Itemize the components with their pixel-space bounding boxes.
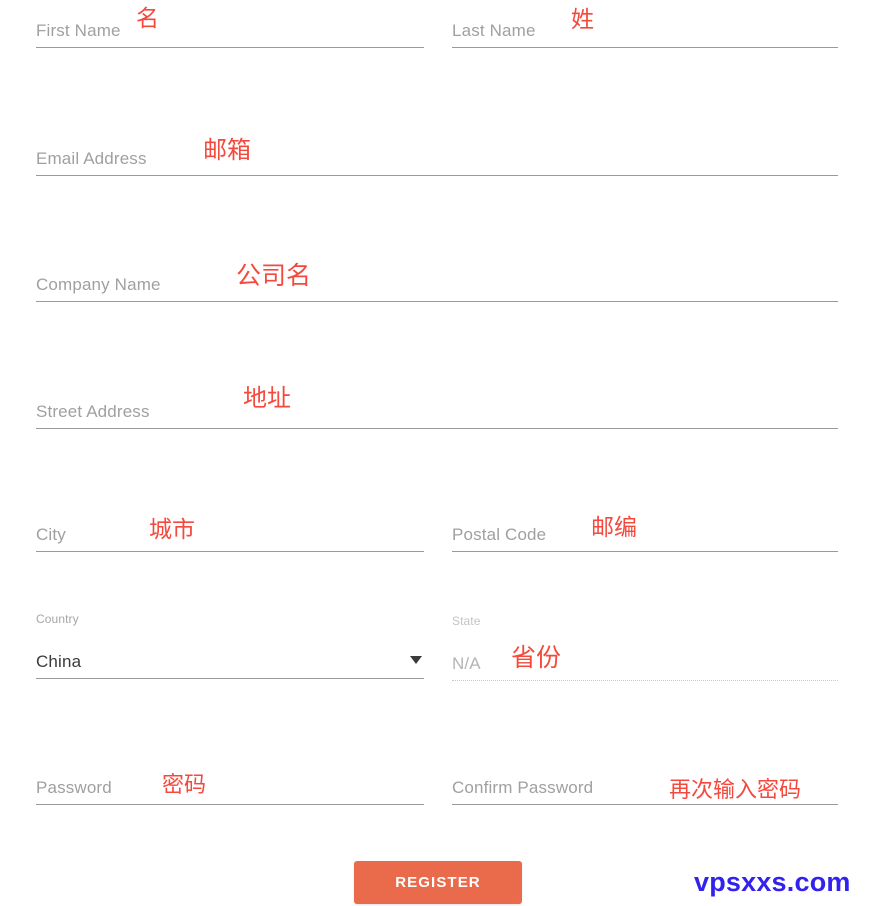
company-name-placeholder: Company Name [36,275,161,294]
annotation-password: 密码 [162,773,207,798]
annotation-postal-code: 邮编 [591,515,637,541]
password-field[interactable]: Password [36,761,424,805]
email-address-field[interactable]: Email Address [36,128,838,176]
annotation-state: 省份 [511,643,562,672]
street-address-field[interactable]: Street Address [36,381,838,429]
annotation-email-address: 邮箱 [203,136,251,164]
chevron-down-icon[interactable] [410,656,422,664]
email-address-underline [36,175,838,176]
last-name-field[interactable]: Last Name [452,0,838,48]
register-button[interactable]: REGISTER [354,861,522,904]
annotation-company-name: 公司名 [236,261,312,290]
company-name-underline [36,301,838,302]
street-address-underline [36,428,838,429]
city-placeholder: City [36,525,66,544]
street-address-placeholder: Street Address [36,402,150,421]
country-value: China [36,652,82,671]
postal-code-underline [452,551,838,552]
watermark-text: vpsxxs.com [694,867,851,897]
last-name-placeholder: Last Name [452,21,536,40]
company-name-field[interactable]: Company Name [36,254,838,302]
annotation-confirm-password: 再次输入密码 [669,778,802,803]
state-underline [452,680,838,681]
state-select: State N/A [452,610,838,681]
city-underline [36,551,424,552]
city-field[interactable]: City [36,508,424,552]
first-name-underline [36,47,424,48]
first-name-placeholder: First Name [36,21,121,40]
registration-form-page: First Name 名 Last Name 姓 Email Address 邮… [0,0,869,906]
postal-code-placeholder: Postal Code [452,525,547,544]
annotation-street-address: 地址 [243,384,291,412]
password-underline [36,804,424,805]
annotation-city: 城市 [149,517,195,543]
state-label: State [452,614,481,628]
last-name-underline [452,47,838,48]
country-select[interactable]: Country China [36,608,424,679]
postal-code-field[interactable]: Postal Code [452,508,838,552]
annotation-first-name: 名 [136,6,159,32]
confirm-password-underline [452,804,838,805]
country-underline [36,678,424,679]
password-placeholder: Password [36,778,112,797]
country-label: Country [36,612,79,626]
confirm-password-placeholder: Confirm Password [452,778,594,797]
email-address-placeholder: Email Address [36,149,147,168]
first-name-field[interactable]: First Name [36,0,424,48]
state-value: N/A [452,654,481,673]
annotation-last-name: 姓 [571,7,594,33]
